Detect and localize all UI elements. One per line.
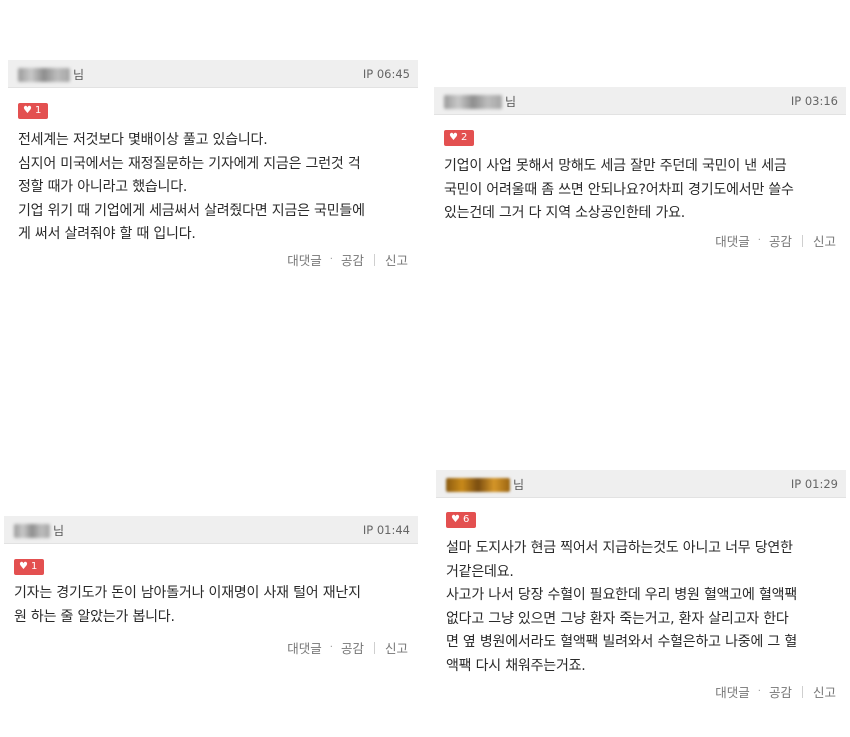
empathy-button[interactable]: 공감 [769,231,792,250]
reply-button[interactable]: 대댓글 [715,231,750,250]
comment-card: 님 IP 01:44 ♥ 1 기자는 경기도가 돈이 남아돌거나 이재명이 사재… [4,516,418,666]
comment-card: 님 IP 03:16 ♥ 2 기업이 사업 못해서 망해도 세금 잘만 주던데 … [434,87,846,257]
ip-timestamp: IP 01:44 [362,523,410,537]
report-button[interactable]: 신고 [385,250,408,269]
author-name[interactable]: 님 [444,93,516,110]
ip-timestamp: IP 01:29 [790,477,838,491]
empathy-button[interactable]: 공감 [341,638,364,657]
author-suffix: 님 [513,478,525,492]
comment-actions: 대댓글 · 공감 신고 [287,250,408,269]
heart-icon: ♥ [449,132,458,143]
divider [373,641,375,654]
reply-button[interactable]: 대댓글 [287,250,322,269]
separator-dot: · [757,235,761,246]
divider [373,253,375,266]
blurred-username [18,67,70,82]
author-suffix: 님 [53,524,65,538]
blurred-username [444,94,502,109]
like-badge[interactable]: ♥ 6 [446,512,476,528]
comment-text: 전세계는 저것보다 몇배이상 풀고 있습니다. 심지어 미국에서는 재정질문하는… [18,132,365,242]
ip-timestamp: IP 03:16 [790,94,838,108]
like-count: 2 [460,132,468,143]
like-badge[interactable]: ♥ 1 [14,559,44,575]
separator-dot: · [757,686,761,697]
author-name[interactable]: 님 [18,66,84,83]
heart-icon: ♥ [451,514,460,525]
blurred-username [14,523,50,538]
separator-dot: · [329,642,333,653]
comment-actions: 대댓글 · 공감 신고 [287,638,408,657]
divider [801,685,803,698]
comment-card: 님 IP 06:45 ♥ 1 전세계는 저것보다 몇배이상 풀고 있습니다. 심… [8,60,418,280]
blurred-username [446,477,510,492]
report-button[interactable]: 신고 [813,231,836,250]
comment-header: 님 IP 01:29 [436,470,846,498]
report-button[interactable]: 신고 [813,682,836,701]
author-suffix: 님 [73,68,85,82]
empathy-button[interactable]: 공감 [341,250,364,269]
report-button[interactable]: 신고 [385,638,408,657]
reply-button[interactable]: 대댓글 [715,682,750,701]
comment-card: 님 IP 01:29 ♥ 6 설마 도지사가 현금 찍어서 지급하는것도 아니고… [436,470,846,710]
comment-text: 기업이 사업 못해서 망해도 세금 잘만 주던데 국민이 낸 세금 국민이 어려… [444,158,794,221]
author-suffix: 님 [505,95,517,109]
comment-header: 님 IP 01:44 [4,516,418,544]
author-name[interactable]: 님 [446,476,524,493]
author-name[interactable]: 님 [14,522,64,539]
like-count: 1 [30,561,38,572]
like-count: 6 [462,514,470,525]
heart-icon: ♥ [19,561,28,572]
like-count: 1 [34,105,42,116]
comment-actions: 대댓글 · 공감 신고 [715,231,836,250]
heart-icon: ♥ [23,105,32,116]
divider [801,234,803,247]
comment-text: 설마 도지사가 현금 찍어서 지급하는것도 아니고 너무 당연한 거같은데요. … [446,540,798,674]
ip-timestamp: IP 06:45 [362,67,410,81]
separator-dot: · [329,254,333,265]
like-badge[interactable]: ♥ 1 [18,103,48,119]
comment-header: 님 IP 03:16 [434,87,846,115]
like-badge[interactable]: ♥ 2 [444,130,474,146]
comment-text: 기자는 경기도가 돈이 남아돌거나 이재명이 사재 털어 재난지 원 하는 줄 … [14,585,361,625]
empathy-button[interactable]: 공감 [769,682,792,701]
comment-actions: 대댓글 · 공감 신고 [715,682,836,701]
reply-button[interactable]: 대댓글 [287,638,322,657]
comment-header: 님 IP 06:45 [8,60,418,88]
